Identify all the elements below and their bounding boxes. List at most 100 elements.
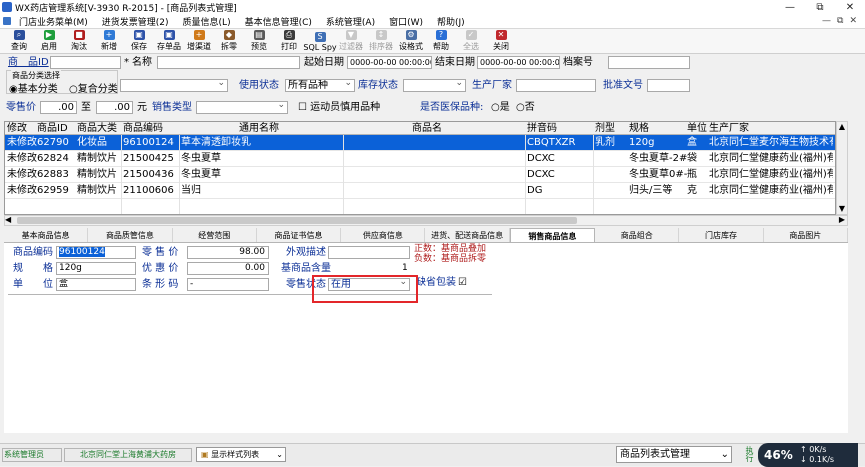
- table-row[interactable]: 未修改 62959 精制饮片 21100606 当归 DG 归头/三等 克 北京同仁堂健康药业(…: [5, 183, 835, 199]
- toolbar-btn-3[interactable]: + 新增: [94, 29, 124, 53]
- toolbar-btn-16[interactable]: ✕ 关闭: [486, 29, 516, 53]
- menu-purchase-invoice[interactable]: 进货发票管理(2): [94, 15, 175, 28]
- col-header[interactable]: 剂型: [595, 122, 615, 135]
- table-cell: 未修改: [7, 169, 37, 180]
- scroll-down-icon[interactable]: ▼: [837, 204, 847, 214]
- mdi-restore-button[interactable]: ⧉: [837, 16, 843, 26]
- col-header[interactable]: 商品ID: [37, 122, 68, 135]
- col-header[interactable]: 商品大类: [77, 122, 117, 135]
- barcode-input[interactable]: -: [187, 278, 269, 291]
- col-header[interactable]: 规格: [629, 122, 649, 135]
- toolbar-btn-0[interactable]: ⌕ 查询: [4, 29, 34, 53]
- menu-quality-info[interactable]: 质量信息(L): [175, 15, 237, 28]
- tab-1[interactable]: 商品质管信息: [88, 228, 173, 242]
- spec-input[interactable]: 120g: [56, 262, 136, 275]
- col-header[interactable]: 生产厂家: [709, 122, 749, 135]
- basic-category-radio[interactable]: ◉基本分类: [9, 80, 58, 95]
- toolbar-btn-9[interactable]: ⎙ 打印: [274, 29, 304, 53]
- end-date-input[interactable]: 0000-00-00 00:00:00: [477, 56, 560, 69]
- menu-window[interactable]: 窗口(W): [381, 15, 429, 28]
- toolbar-btn-5[interactable]: ▣ 存单品: [154, 29, 184, 53]
- medical-no-radio[interactable]: ○否: [516, 101, 535, 114]
- archive-input[interactable]: [608, 56, 690, 69]
- tab-3[interactable]: 商品证书信息: [257, 228, 342, 242]
- app-menu-icon[interactable]: [3, 17, 11, 25]
- scroll-right-icon[interactable]: ▶: [839, 215, 845, 224]
- display-style-select[interactable]: ▣ 显示样式列表 ⌄: [196, 447, 286, 462]
- toolbar-btn-10[interactable]: S SQL Spy: [303, 29, 337, 53]
- approval-input[interactable]: [647, 79, 690, 92]
- col-header[interactable]: 通用名称: [239, 122, 279, 135]
- table-cell: 瓶: [687, 169, 697, 180]
- col-header[interactable]: 商品编码: [123, 122, 163, 135]
- code-input[interactable]: 96100124: [56, 246, 136, 259]
- panel-divider: [8, 294, 492, 295]
- athlete-checkbox[interactable]: ☐ 运动员慎用品种: [298, 101, 380, 114]
- close-window-button[interactable]: ✕: [835, 2, 865, 13]
- start-date-input[interactable]: 0000-00-00 00:00:00: [347, 56, 432, 69]
- product-id-input[interactable]: [50, 56, 121, 69]
- toolbar-btn-7[interactable]: ◆ 拆零: [214, 29, 244, 53]
- checkbox-checked-icon: ☑: [458, 277, 467, 288]
- table-cell: 62883: [37, 169, 69, 180]
- mdi-minimize-button[interactable]: —: [822, 16, 831, 26]
- name-input[interactable]: [157, 56, 300, 69]
- tab-7[interactable]: 商品组合: [595, 228, 680, 242]
- tab-9[interactable]: 商品图片: [764, 228, 848, 242]
- scroll-left-icon[interactable]: ◀: [5, 215, 11, 224]
- status-bar: 系统管理员 北京同仁堂上海黄浦大药房 ▣ 显示样式列表 ⌄ 商品列表式管理 ⌄ 执行…: [0, 443, 865, 467]
- menu-basic-info[interactable]: 基本信息管理(C): [237, 15, 318, 28]
- window-select[interactable]: 商品列表式管理 ⌄: [616, 446, 732, 463]
- grid-body: 未修改 62790 化妆品 96100124 草本清透卸妆乳 CBQTXZR 乳剂 120g 盒…: [5, 135, 835, 199]
- toolbar-btn-8[interactable]: ▤ 预览: [244, 29, 274, 53]
- toolbar-btn-6[interactable]: + 增渠道: [184, 29, 214, 53]
- col-header[interactable]: 修改: [7, 122, 27, 135]
- col-header[interactable]: 拼音码: [527, 122, 557, 135]
- tab-2[interactable]: 经营范围: [173, 228, 257, 242]
- mdi-close-button[interactable]: ✕: [849, 16, 857, 26]
- manufacturer-input[interactable]: [516, 79, 596, 92]
- restore-button[interactable]: ⧉: [805, 2, 835, 13]
- unit-input[interactable]: 盒: [56, 278, 136, 291]
- tab-4[interactable]: 供应商信息: [341, 228, 426, 242]
- table-cell: 精制饮片: [77, 153, 117, 164]
- table-cell: 21100606: [123, 185, 174, 196]
- category-select[interactable]: [120, 79, 228, 92]
- horizontal-scrollbar[interactable]: ◀ ▶: [4, 215, 848, 226]
- tab-5[interactable]: 进货、配送商品信息: [425, 228, 510, 242]
- usage-status-select[interactable]: 所有品种: [285, 79, 355, 92]
- col-header[interactable]: 商品名: [412, 122, 442, 135]
- table-cell: 克: [687, 185, 697, 196]
- table-row[interactable]: 未修改 62790 化妆品 96100124 草本清透卸妆乳 CBQTXZR 乳剂 120g 盒…: [5, 135, 835, 151]
- radio-empty-icon: ○: [69, 84, 78, 95]
- vertical-scrollbar[interactable]: ▲ ▼: [836, 121, 848, 215]
- table-row[interactable]: 未修改 62824 精制饮片 21500425 冬虫夏草 DCXC 冬虫夏草-2# 袋 北京同仁…: [5, 151, 835, 167]
- menu-system-admin[interactable]: 系统管理(A): [318, 15, 381, 28]
- medical-yes-radio[interactable]: ○是: [491, 101, 510, 114]
- appearance-input[interactable]: [328, 246, 410, 259]
- stock-status-select[interactable]: [403, 79, 466, 92]
- menu-store-business[interactable]: 门店业务菜单(M): [11, 15, 94, 28]
- price-to-input[interactable]: .00: [96, 101, 133, 114]
- toolbar-btn-13[interactable]: ⚙ 设格式: [396, 29, 426, 53]
- default-pack-checkbox[interactable]: ☑: [458, 276, 467, 289]
- split-icon: ◆: [223, 30, 235, 40]
- toolbar-btn-14[interactable]: ? 帮助: [426, 29, 456, 53]
- discount-input[interactable]: 0.00: [187, 262, 269, 275]
- toolbar-btn-1[interactable]: ▶ 启用: [34, 29, 64, 53]
- sales-type-select[interactable]: [196, 101, 288, 114]
- retail-price-input[interactable]: 98.00: [187, 246, 269, 259]
- tab-8[interactable]: 门店库存: [679, 228, 764, 242]
- scroll-up-icon[interactable]: ▲: [837, 122, 847, 132]
- menu-help[interactable]: 帮助(J): [429, 15, 471, 28]
- toolbar-btn-4[interactable]: ▣ 保存: [124, 29, 154, 53]
- scroll-thumb[interactable]: [17, 217, 577, 224]
- tab-0[interactable]: 基本商品信息: [4, 228, 89, 242]
- compound-category-radio[interactable]: ○复合分类: [69, 80, 118, 95]
- table-row[interactable]: 未修改 62883 精制饮片 21500436 冬虫夏草 DCXC 冬虫夏草0#- 瓶 北京同仁…: [5, 167, 835, 183]
- col-header[interactable]: 单位: [687, 122, 707, 135]
- toolbar-btn-2[interactable]: ■ 淘汰: [64, 29, 94, 53]
- tab-6[interactable]: 销售商品信息: [509, 228, 596, 242]
- price-from-input[interactable]: .00: [40, 101, 77, 114]
- minimize-button[interactable]: —: [775, 2, 805, 13]
